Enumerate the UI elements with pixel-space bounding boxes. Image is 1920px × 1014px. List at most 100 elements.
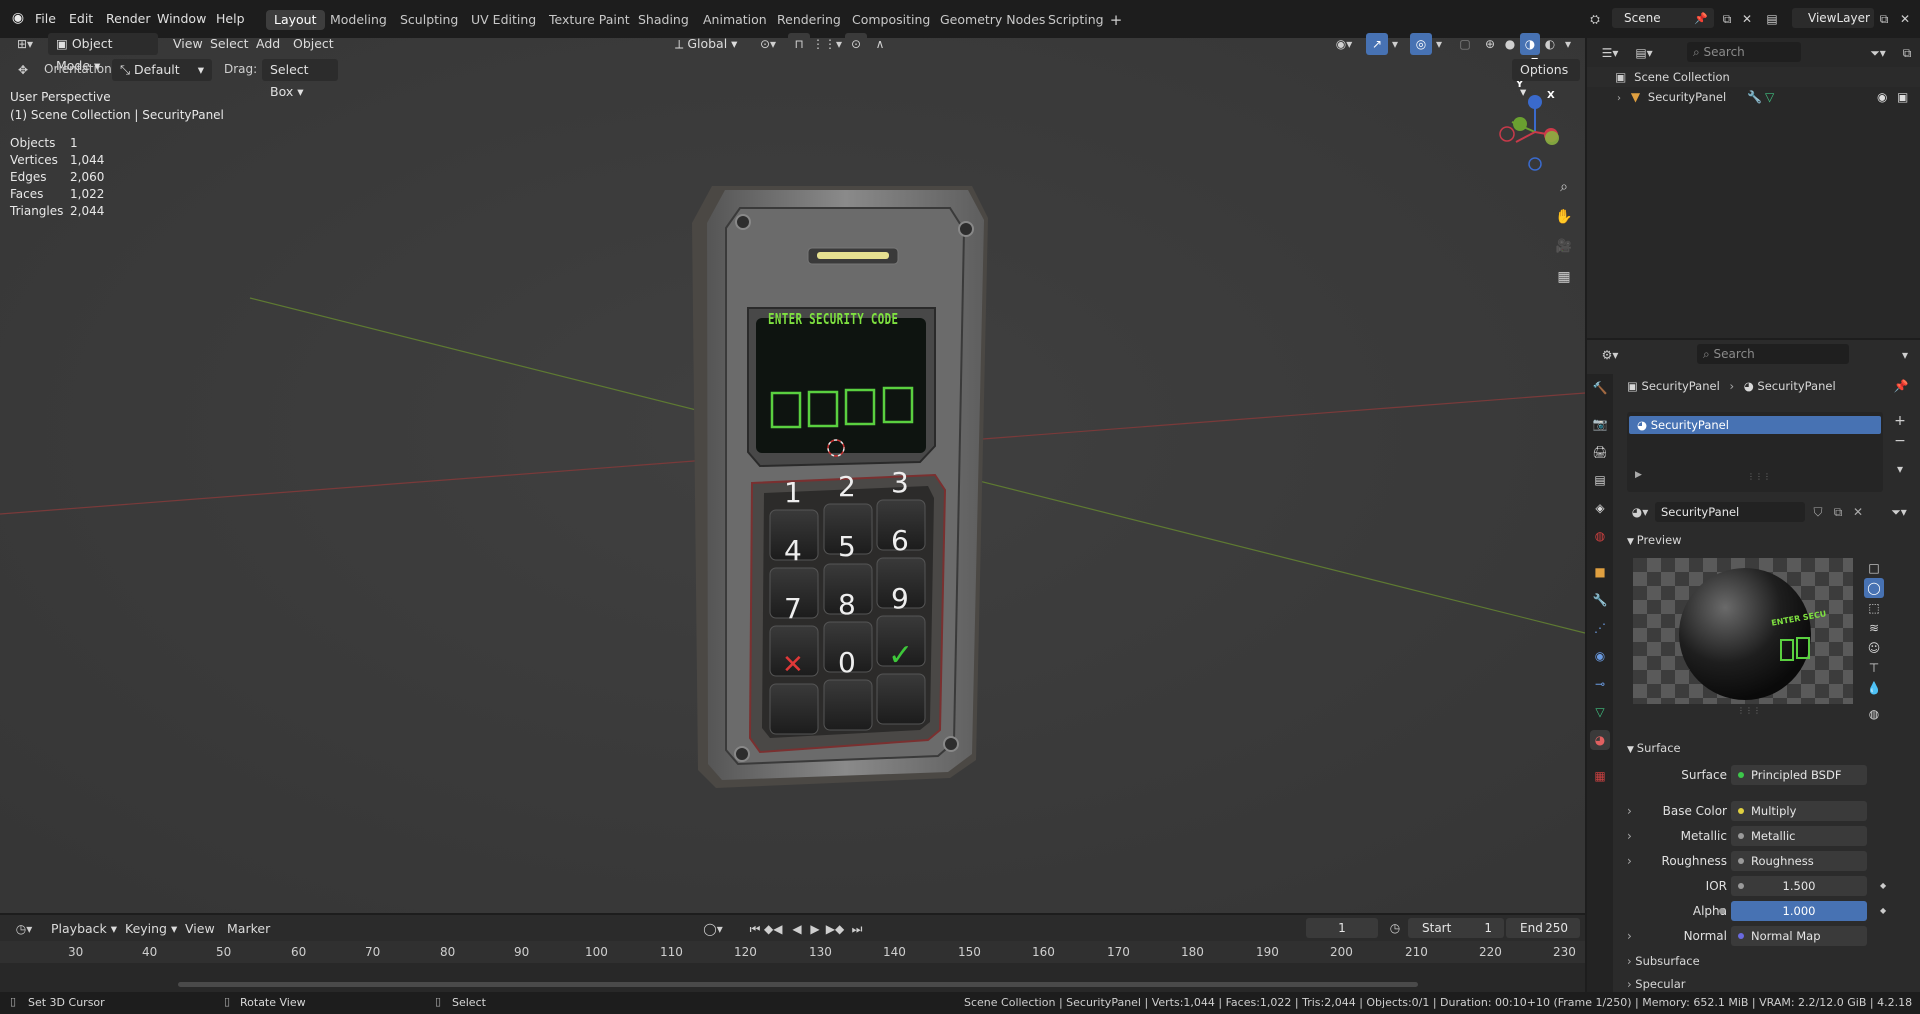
specular-panel-header[interactable]: › Specular (1627, 974, 1686, 994)
tab-shading[interactable]: Shading (630, 10, 697, 30)
render-camera-icon[interactable]: ▣ (1897, 87, 1908, 107)
material-name-field[interactable]: SecurityPanel (1655, 502, 1805, 522)
editor-type-icon[interactable]: ⊞▾ (10, 33, 40, 55)
transform-space-selector[interactable]: ⟂ Global ▾ (670, 33, 742, 55)
tab-particles-icon[interactable]: ⋰ (1590, 618, 1610, 638)
material-slot-item[interactable]: ◕ SecurityPanel (1629, 416, 1881, 434)
roughness-field[interactable]: Roughness (1731, 851, 1867, 871)
preview-cloth-icon[interactable]: ⊤ (1864, 658, 1884, 678)
preview-sphere-icon[interactable]: ◯ (1864, 578, 1884, 598)
transform-tool-icon[interactable]: ✥ (12, 59, 34, 81)
tab-physics-icon[interactable]: ◉ (1590, 646, 1610, 666)
play-reverse-icon[interactable]: ◀ (788, 918, 806, 940)
proportional-edit-icon[interactable]: ⊙ (845, 33, 867, 55)
slot-list-expand-icon[interactable]: ▶ (1635, 470, 1642, 480)
solid-shading-icon[interactable]: ● (1500, 33, 1520, 55)
alpha-keyframe-icon[interactable]: ◆ (1880, 901, 1886, 921)
gizmo-x-label[interactable]: X (1547, 90, 1555, 101)
tab-data-icon[interactable]: ▽ (1590, 702, 1610, 722)
preview-world-icon[interactable]: ◍ (1864, 704, 1884, 724)
menu-file[interactable]: File (35, 9, 56, 29)
tab-sculpting[interactable]: Sculpting (392, 10, 466, 30)
browse-material-icon[interactable]: ◕▾ (1627, 502, 1653, 522)
shading-dropdown-icon[interactable]: ▾ (1561, 33, 1575, 55)
jump-start-icon[interactable]: ⏮ (746, 918, 764, 940)
preview-hair-icon[interactable]: ≋ (1864, 618, 1884, 638)
pan-hand-icon[interactable]: ✋ (1553, 206, 1575, 228)
orientation-selector[interactable]: ⤡ Default ▾ (112, 59, 212, 81)
scene-icon[interactable]: ⛭ (1585, 9, 1605, 29)
tab-texture-paint[interactable]: Texture Paint (541, 10, 638, 30)
start-frame-field[interactable]: Start 1 (1408, 918, 1504, 938)
outliner-row-root[interactable]: ▣ Scene Collection (1587, 67, 1920, 87)
filter-icon[interactable]: ⏷▾ (1865, 42, 1891, 64)
zoom-icon[interactable]: ⌕ (1553, 176, 1575, 198)
pin-icon[interactable]: 📌 (1693, 9, 1709, 29)
metallic-field[interactable]: Metallic (1731, 826, 1867, 846)
tab-rendering[interactable]: Rendering (769, 10, 849, 30)
gizmo-dropdown-icon[interactable]: ▾ (1388, 33, 1402, 55)
surface-shader-field[interactable]: Principled BSDF (1731, 765, 1867, 785)
orthographic-grid-icon[interactable]: ▦ (1553, 266, 1575, 288)
jump-end-icon[interactable]: ⏭ (848, 918, 866, 940)
surface-section-header[interactable]: ▼ Surface (1627, 738, 1681, 758)
outliner-row-object[interactable]: › ▼ SecurityPanel 🔧 ▽ ◉ ▣ (1587, 87, 1920, 107)
new-scene-icon[interactable]: ⧉ (1718, 9, 1736, 29)
tab-constraints-icon[interactable]: ⊸ (1590, 674, 1610, 694)
menu-add[interactable]: Add (251, 33, 285, 55)
next-keyframe-icon[interactable]: ▶◆ (825, 918, 845, 940)
keying-menu[interactable]: Keying ▾ (120, 918, 182, 940)
close-scene-icon[interactable]: ✕ (1739, 9, 1755, 29)
preview-fluid-icon[interactable]: 💧 (1864, 678, 1884, 698)
tab-modifiers-icon[interactable]: 🔧 (1590, 590, 1610, 610)
normal-field[interactable]: Normal Map (1731, 926, 1867, 946)
drag-selector[interactable]: Select Box ▾ (262, 59, 338, 99)
remove-slot-icon[interactable]: − (1891, 432, 1909, 450)
tab-tool-icon[interactable]: 🔨 (1590, 378, 1610, 398)
tab-geometry-nodes[interactable]: Geometry Nodes (932, 10, 1053, 30)
properties-editor-type-icon[interactable]: ⚙▾ (1597, 344, 1623, 366)
overlay-dropdown-icon[interactable]: ▾ (1432, 33, 1446, 55)
tab-texture-icon[interactable]: ▦ (1590, 766, 1610, 786)
properties-options-icon[interactable]: ▾ (1897, 344, 1913, 366)
slot-list-resize-handle[interactable]: ⋮⋮⋮ (1747, 472, 1771, 481)
tab-world-icon[interactable]: ◍ (1590, 526, 1610, 546)
material-preview-shading-icon[interactable]: ◑ (1520, 33, 1540, 55)
ior-field[interactable]: 1.500 (1731, 876, 1867, 896)
menu-select[interactable]: Select (205, 33, 254, 55)
visibility-eye-icon[interactable]: ◉ (1877, 87, 1887, 107)
timeline-track-area[interactable] (0, 963, 1585, 992)
tab-scene-icon[interactable]: ◈ (1590, 498, 1610, 518)
falloff-icon[interactable]: ∧ (868, 33, 892, 55)
timeline-view-menu[interactable]: View (180, 918, 220, 940)
ior-keyframe-icon[interactable]: ◆ (1880, 876, 1886, 896)
alpha-slider[interactable]: 1.000 (1719, 901, 1867, 921)
subsurface-panel-header[interactable]: › Subsurface (1627, 951, 1700, 971)
preview-resize-handle[interactable]: ⋮⋮⋮ (1737, 706, 1761, 715)
material-filter-icon[interactable]: ⏷▾ (1885, 502, 1913, 522)
snap-target-icon[interactable]: ⋮⋮▾ (812, 33, 842, 55)
menu-help[interactable]: Help (216, 9, 245, 29)
menu-view[interactable]: View (168, 33, 208, 55)
menu-edit[interactable]: Edit (69, 9, 93, 29)
timeline-scrollbar[interactable] (178, 982, 1418, 987)
base-color-field[interactable]: Multiply (1731, 801, 1867, 821)
rendered-shading-icon[interactable]: ◐ (1540, 33, 1560, 55)
outliner-editor-type-icon[interactable]: ☰▾ (1597, 42, 1623, 64)
marker-menu[interactable]: Marker (222, 918, 275, 940)
visibility-filter-icon[interactable]: ◉▾ (1330, 33, 1358, 55)
tab-layout[interactable]: Layout (266, 10, 325, 30)
preview-section-header[interactable]: ▼ Preview (1627, 530, 1682, 550)
timeline-editor-type-icon[interactable]: ◷▾ (10, 919, 38, 939)
duplicate-material-icon[interactable]: ⧉ (1829, 502, 1847, 522)
preview-cube-icon[interactable]: ⬚ (1864, 598, 1884, 618)
menu-window[interactable]: Window (157, 9, 206, 29)
snap-icon[interactable]: ⊓ (788, 33, 810, 55)
options-dropdown[interactable]: Options ▾ (1512, 59, 1580, 99)
tab-scripting[interactable]: Scripting (1040, 10, 1112, 30)
tab-render-icon[interactable]: 📷 (1590, 414, 1610, 434)
outliner-search-input[interactable]: ⌕ Search (1687, 42, 1801, 62)
auto-keying-icon[interactable]: ◯▾ (700, 918, 726, 940)
tab-material-icon[interactable]: ◕ (1590, 730, 1610, 750)
overlay-toggle-icon[interactable]: ◎ (1410, 33, 1432, 55)
